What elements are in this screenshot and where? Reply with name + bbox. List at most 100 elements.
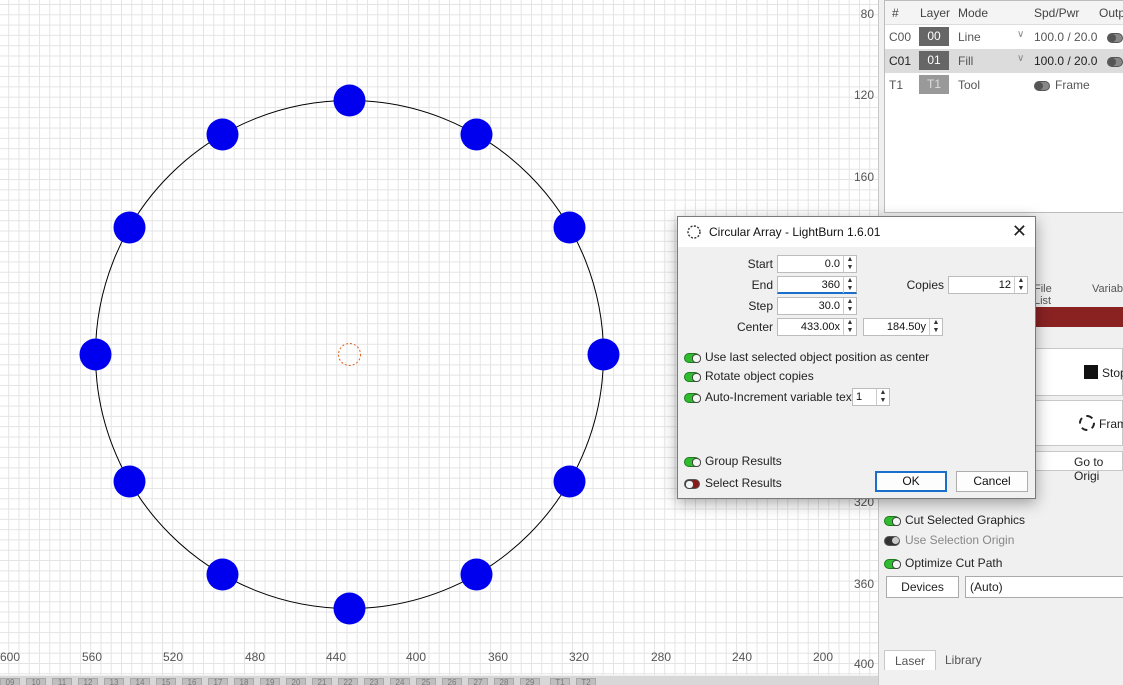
- start-label: Start: [747, 257, 773, 271]
- array-copy-dot[interactable]: [113, 211, 146, 244]
- tab-laser[interactable]: Laser: [884, 650, 937, 670]
- auto-increment-input[interactable]: 1 ▲ ▼: [852, 388, 890, 406]
- palette-swatch[interactable]: 18: [234, 678, 254, 685]
- start-input[interactable]: 0.0 ▲ ▼: [777, 255, 857, 273]
- use-last-selected-toggle[interactable]: [684, 352, 701, 363]
- group-results-toggle[interactable]: [684, 456, 701, 467]
- array-copy-dot[interactable]: [113, 465, 146, 498]
- circle-path[interactable]: [95, 100, 604, 609]
- dialog-title-bar[interactable]: Circular Array - LightBurn 1.6.01 ✕: [678, 217, 1035, 247]
- cancel-button[interactable]: Cancel: [956, 471, 1028, 492]
- rotate-copies-toggle[interactable]: [684, 371, 701, 382]
- layer-color-swatch[interactable]: 01: [919, 51, 949, 70]
- palette-swatch[interactable]: 09: [0, 678, 20, 685]
- optimize-cut-path-toggle[interactable]: [884, 558, 901, 569]
- palette-swatch[interactable]: T2: [576, 678, 596, 685]
- devices-button[interactable]: Devices: [886, 576, 959, 598]
- palette-swatch[interactable]: 23: [364, 678, 384, 685]
- frame-toggle[interactable]: Frame: [1034, 78, 1090, 92]
- palette-swatch[interactable]: 26: [442, 678, 462, 685]
- tab-variables[interactable]: Variab: [1092, 283, 1123, 295]
- tab-file-list[interactable]: File List: [1034, 283, 1052, 307]
- col-output: Outp: [1099, 6, 1123, 20]
- layer-row-c00[interactable]: C00 00 Line ∨ 100.0 / 20.0: [885, 25, 1123, 49]
- auto-increment-toggle[interactable]: [684, 392, 701, 403]
- ok-button[interactable]: OK: [875, 471, 947, 492]
- rotate-copies-option[interactable]: Rotate object copies: [684, 369, 814, 383]
- optimize-cut-path-option[interactable]: Optimize Cut Path: [884, 556, 1002, 570]
- array-copy-dot[interactable]: [553, 465, 586, 498]
- array-copy-dot[interactable]: [587, 338, 620, 371]
- palette-swatch[interactable]: 21: [312, 678, 332, 685]
- select-results-toggle[interactable]: [684, 478, 700, 489]
- palette-swatch[interactable]: 28: [494, 678, 514, 685]
- palette-swatch[interactable]: 14: [130, 678, 150, 685]
- array-copy-dot[interactable]: [553, 211, 586, 244]
- spinner-arrows-icon: ▲ ▼: [843, 298, 856, 314]
- ruler-tick-label: 320: [568, 650, 590, 664]
- layer-color-swatch[interactable]: T1: [919, 75, 949, 94]
- go-to-origin-label: Go to Origi: [1074, 455, 1104, 483]
- cut-selected-toggle[interactable]: [884, 515, 901, 526]
- palette-swatch[interactable]: 29: [520, 678, 540, 685]
- layer-row-c01[interactable]: C01 01 Fill ∨ 100.0 / 20.0: [885, 49, 1123, 73]
- layer-mode[interactable]: Line: [958, 30, 981, 44]
- palette-swatch[interactable]: 16: [182, 678, 202, 685]
- center-y-input[interactable]: 184.50y ▲ ▼: [863, 318, 943, 336]
- center-x-input[interactable]: 433.00x ▲ ▼: [777, 318, 857, 336]
- output-toggle[interactable]: [1107, 30, 1123, 44]
- auto-increment-option[interactable]: Auto-Increment variable text: [684, 390, 855, 404]
- array-copy-dot[interactable]: [333, 592, 366, 625]
- palette-swatch[interactable]: 10: [26, 678, 46, 685]
- output-toggle[interactable]: [1107, 54, 1123, 68]
- chevron-down-icon[interactable]: ∨: [1017, 53, 1024, 64]
- step-input[interactable]: 30.0 ▲ ▼: [777, 297, 857, 315]
- layer-mode[interactable]: Fill: [958, 54, 973, 68]
- palette-swatch[interactable]: 13: [104, 678, 124, 685]
- chevron-down-icon[interactable]: ∨: [1017, 29, 1024, 40]
- spinner-arrows-icon: ▲ ▼: [929, 319, 942, 335]
- copies-input[interactable]: 12 ▲ ▼: [948, 276, 1028, 294]
- palette-swatch[interactable]: 12: [78, 678, 98, 685]
- frame-icon: [1079, 415, 1095, 431]
- layer-id: C00: [889, 30, 912, 44]
- palette-swatch[interactable]: 22: [338, 678, 358, 685]
- cut-selected-graphics-option[interactable]: Cut Selected Graphics: [884, 513, 1025, 527]
- layer-row-t1[interactable]: T1 T1 Tool Frame: [885, 73, 1123, 97]
- palette-swatch[interactable]: 27: [468, 678, 488, 685]
- array-copy-dot[interactable]: [206, 558, 239, 591]
- array-copy-dot[interactable]: [460, 558, 493, 591]
- palette-swatch[interactable]: 15: [156, 678, 176, 685]
- select-results-option[interactable]: Select Results: [684, 476, 782, 490]
- array-copy-dot[interactable]: [206, 118, 239, 151]
- end-label: End: [751, 278, 773, 292]
- array-copy-dot[interactable]: [79, 338, 112, 371]
- close-icon[interactable]: ✕: [1012, 221, 1027, 242]
- circular-array-dialog: Circular Array - LightBurn 1.6.01 ✕ Star…: [677, 216, 1036, 499]
- frame-button[interactable]: Fram: [1034, 400, 1123, 446]
- spinner-arrows-icon: ▲ ▼: [843, 277, 856, 293]
- palette-swatch[interactable]: 17: [208, 678, 228, 685]
- palette-swatch[interactable]: 19: [260, 678, 280, 685]
- cut-selected-label: Cut Selected Graphics: [905, 513, 1026, 527]
- array-copy-dot[interactable]: [460, 118, 493, 151]
- array-copy-dot[interactable]: [333, 84, 366, 117]
- stop-button[interactable]: Stop: [1034, 348, 1123, 396]
- tab-library[interactable]: Library: [935, 650, 992, 670]
- palette-swatch[interactable]: T1: [550, 678, 570, 685]
- go-to-origin-button[interactable]: Go to Origi: [1034, 451, 1123, 483]
- palette-swatch[interactable]: 24: [390, 678, 410, 685]
- end-input[interactable]: 360 ▲ ▼: [777, 276, 857, 294]
- ruler-tick-label: 160: [853, 170, 874, 184]
- device-select[interactable]: (Auto): [965, 576, 1123, 598]
- use-last-selected-label: Use last selected object position as cen…: [705, 350, 930, 364]
- use-selection-origin-option[interactable]: Use Selection Origin: [884, 533, 1014, 547]
- layer-color-swatch[interactable]: 00: [919, 27, 949, 46]
- palette-swatch[interactable]: 25: [416, 678, 436, 685]
- palette-swatch[interactable]: 20: [286, 678, 306, 685]
- group-results-option[interactable]: Group Results: [684, 454, 782, 468]
- spinner-arrows-icon: ▲ ▼: [876, 389, 889, 405]
- palette-swatch[interactable]: 11: [52, 678, 72, 685]
- use-selection-origin-toggle[interactable]: [884, 535, 900, 546]
- use-last-selected-option[interactable]: Use last selected object position as cen…: [684, 350, 929, 364]
